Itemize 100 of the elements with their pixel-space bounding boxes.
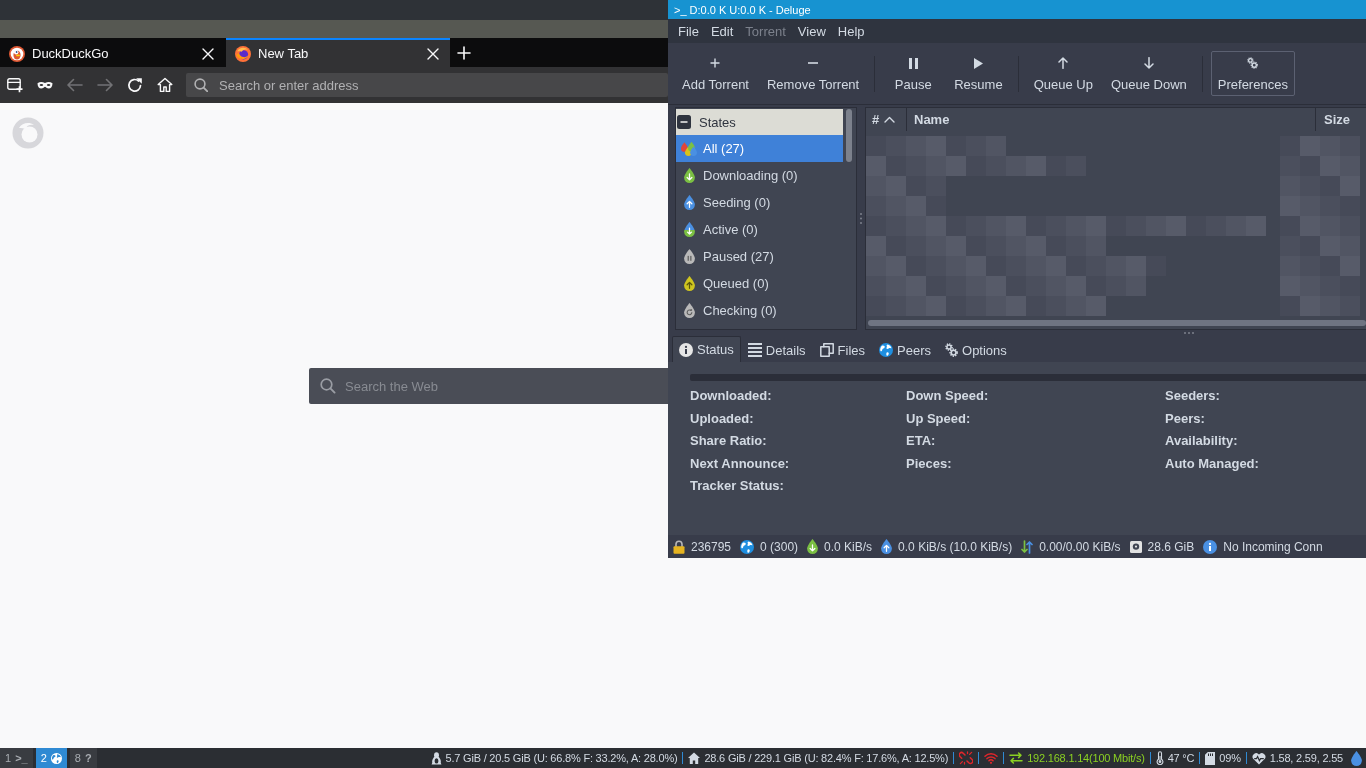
sidebar-item[interactable]: Queued (0) bbox=[676, 270, 843, 297]
gears-icon bbox=[1247, 57, 1259, 69]
new-window-plus-icon[interactable] bbox=[7, 77, 23, 93]
duck-icon bbox=[9, 45, 25, 62]
info-icon bbox=[679, 342, 693, 357]
menu-item[interactable]: Edit bbox=[704, 23, 740, 39]
search-icon bbox=[194, 78, 208, 92]
reload-icon[interactable] bbox=[127, 77, 143, 93]
field-label: Seeders: bbox=[1165, 387, 1220, 405]
workspace-button[interactable]: 8 ? bbox=[69, 748, 97, 768]
toolbar-button[interactable]: Resume bbox=[947, 51, 1010, 96]
web-search-field[interactable]: Search the Web bbox=[309, 368, 668, 404]
toolbar-button[interactable]: Remove Torrent bbox=[759, 51, 867, 96]
scrollbar-thumb[interactable] bbox=[846, 109, 852, 162]
globe-icon bbox=[740, 539, 755, 554]
workspace-button[interactable]: 1 >_ bbox=[0, 748, 33, 768]
fox-logo-icon bbox=[235, 45, 251, 62]
toolbar-button[interactable]: Pause bbox=[883, 51, 944, 96]
sidebar-item[interactable]: Active (0) bbox=[676, 216, 843, 243]
menu-item[interactable]: File bbox=[672, 23, 705, 39]
home-icon[interactable] bbox=[157, 77, 173, 93]
pause-icon bbox=[908, 57, 918, 69]
status-text: No Incoming Conn bbox=[1223, 539, 1323, 554]
field-label: Uploaded: bbox=[690, 409, 754, 428]
sidebar-item[interactable]: Downloading (0) bbox=[676, 162, 843, 189]
search-icon bbox=[320, 378, 336, 394]
info-icon bbox=[1203, 539, 1218, 554]
drop-icon[interactable] bbox=[1351, 750, 1362, 766]
arrow-down-icon bbox=[1143, 57, 1154, 69]
tab[interactable]: Files bbox=[812, 337, 873, 362]
tab[interactable]: Peers bbox=[872, 337, 939, 362]
list-icon bbox=[747, 343, 762, 357]
field-label: Down Speed: bbox=[906, 387, 989, 405]
toolbar-button[interactable]: Queue Up bbox=[1026, 51, 1100, 96]
field-label: Share Ratio: bbox=[690, 432, 767, 451]
field-label: Downloaded: bbox=[690, 387, 772, 405]
drops-icon bbox=[681, 140, 697, 157]
field-label: Pieces: bbox=[906, 454, 952, 473]
close-icon[interactable] bbox=[427, 47, 439, 60]
download-drop-icon bbox=[683, 168, 695, 183]
up-down-drop-icon bbox=[683, 222, 695, 237]
status-text: 0.00/0.00 KiB/s bbox=[1039, 539, 1121, 554]
queue-drop-icon bbox=[683, 276, 695, 291]
status-text: 1.58, 2.59, 2.55 bbox=[1269, 752, 1343, 764]
scrollbar-thumb[interactable] bbox=[868, 320, 1366, 326]
mask-icon[interactable] bbox=[37, 81, 53, 89]
refresh-drop-icon bbox=[683, 303, 695, 318]
field-label: ETA: bbox=[906, 432, 936, 451]
up-down-arrows-icon bbox=[1021, 539, 1034, 554]
tab[interactable]: Status bbox=[672, 336, 741, 362]
field-label: Next Announce: bbox=[690, 454, 790, 473]
status-text: 09% bbox=[1219, 752, 1241, 764]
status-text: 236795 bbox=[691, 539, 732, 554]
upload-drop-icon bbox=[683, 195, 695, 210]
minus-icon bbox=[808, 62, 819, 64]
field-label: Auto Managed: bbox=[1165, 454, 1259, 473]
status-text: 0.0 KiB/s bbox=[824, 539, 873, 554]
status-text: 0 (300) bbox=[760, 539, 799, 554]
tab[interactable]: DuckDuckGo bbox=[0, 38, 226, 67]
sidebar-item[interactable]: Paused (27) bbox=[676, 243, 843, 270]
column-header[interactable]: # bbox=[866, 108, 907, 131]
status-text: 47 °C bbox=[1167, 752, 1195, 764]
play-icon bbox=[973, 57, 983, 69]
field-label: Up Speed: bbox=[906, 409, 971, 428]
workspace-button[interactable]: 2 bbox=[35, 748, 67, 768]
toolbar-button[interactable]: Queue Down bbox=[1103, 51, 1194, 96]
menu-item[interactable]: Help bbox=[831, 23, 871, 39]
column-header[interactable]: Name bbox=[907, 108, 1316, 131]
status-text: 192.168.1.14(100 Mbit/s) bbox=[1027, 752, 1145, 764]
tab[interactable]: Options bbox=[938, 337, 1014, 362]
close-icon[interactable] bbox=[202, 47, 214, 60]
upload-drop-icon bbox=[881, 539, 893, 554]
copy-icon bbox=[819, 343, 834, 357]
tab[interactable]: New Tab bbox=[226, 38, 450, 67]
toolbar-button[interactable]: Add Torrent bbox=[675, 51, 756, 96]
pause-drop-icon bbox=[683, 249, 695, 264]
field-label: Availability: bbox=[1165, 432, 1238, 451]
column-header[interactable]: Size bbox=[1316, 108, 1366, 131]
download-drop-icon bbox=[807, 539, 819, 554]
menu-item[interactable]: View bbox=[791, 23, 832, 39]
lock-icon bbox=[673, 539, 685, 554]
sidebar-header[interactable]: States bbox=[676, 109, 843, 135]
plus-icon bbox=[710, 58, 721, 68]
status-text: 28.6 GiB bbox=[1147, 539, 1195, 554]
gears-icon bbox=[945, 343, 959, 357]
tab[interactable]: Details bbox=[740, 337, 813, 362]
field-label: Tracker Status: bbox=[690, 477, 784, 496]
sort-caret-icon bbox=[884, 116, 896, 123]
sidebar-item[interactable]: Seeding (0) bbox=[676, 189, 843, 216]
sidebar-item[interactable]: Checking (0) bbox=[676, 297, 843, 324]
arrow-up-icon bbox=[1058, 57, 1069, 69]
globe-icon bbox=[50, 752, 62, 764]
address-field[interactable]: Search or enter address bbox=[186, 73, 668, 97]
field-label: Peers: bbox=[1165, 409, 1205, 428]
toolbar-button[interactable]: Preferences bbox=[1210, 51, 1295, 96]
plus-icon[interactable] bbox=[457, 45, 471, 60]
sidebar-item[interactable]: All (27) bbox=[676, 135, 843, 162]
status-text: 28.6 GiB / 229.1 GiB (U: 82.4% F: 17.6%, A: 12.5%) bbox=[704, 752, 949, 764]
window-title: >_ D:0.0 K U:0.0 K - Deluge bbox=[668, 0, 1366, 19]
disk-icon bbox=[1129, 540, 1142, 553]
